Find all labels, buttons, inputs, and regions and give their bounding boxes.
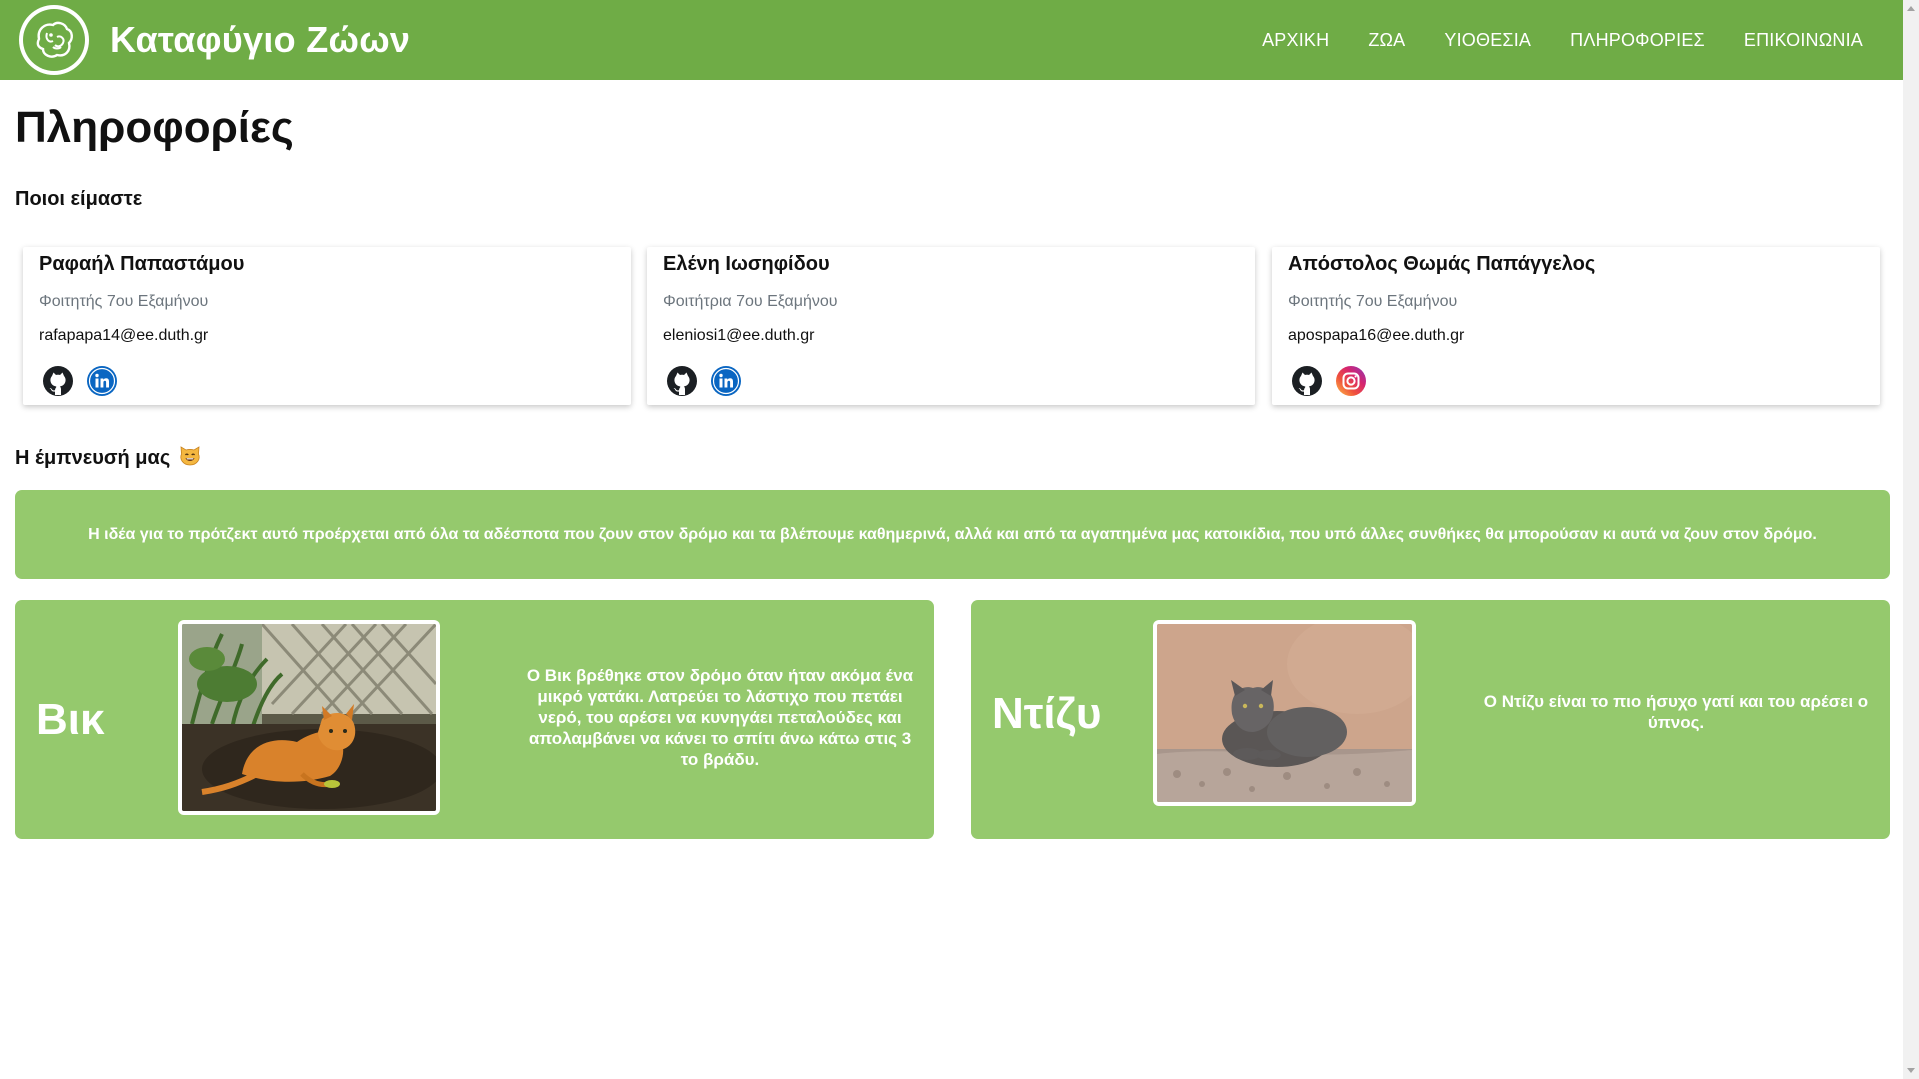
inspiration-banner: Η ιδέα για το πρότζεκτ αυτό προέρχεται α…	[15, 490, 1890, 579]
dog-logo-icon	[19, 5, 89, 75]
member-role: Φοιτητής 7ου Εξαμήνου	[1288, 293, 1458, 310]
nav-item-adoption[interactable]: ΥΙΟΘΕΣΙΑ	[1444, 30, 1531, 51]
pet-card-ntizy: Ντίζυ Ο Ντίζυ είναι το πιο ήσυχο γατί κα…	[971, 600, 1890, 839]
pet-photo-vik	[178, 620, 440, 815]
inspiration-heading-text: Η έμπνευσή μας	[15, 446, 171, 469]
pet-card-vik: Βικ Ο Βικ βρέθηκε στον δρόμο όταν ήταν α…	[15, 600, 934, 839]
pet-description: Ο Ντίζυ είναι το πιο ήσυχο γατί και του …	[1483, 692, 1869, 732]
member-name: Απόστολος Θωμάς Παπάγγελος	[1288, 253, 1596, 275]
brand-link[interactable]: Καταφύγιο Ζώων	[19, 5, 410, 75]
vertical-scrollbar[interactable]	[1903, 0, 1919, 1079]
nav-item-contact[interactable]: ΕΠΙΚΟΙΝΩΝΙΑ	[1744, 30, 1863, 51]
brand-title: Καταφύγιο Ζώων	[110, 19, 411, 60]
nav-item-info[interactable]: ΠΛΗΡΟΦΟΡΙΕΣ	[1570, 30, 1705, 51]
instagram-icon[interactable]	[1335, 365, 1379, 397]
team-card: Ραφαήλ Παπαστάμου Φοιτητής 7ου Εξαμήνου …	[23, 247, 631, 405]
pet-description: Ο Βικ βρέθηκε στον δρόμο όταν ήταν ακόμα…	[526, 666, 914, 769]
linkedin-icon[interactable]	[86, 365, 130, 397]
member-name: Ελένη Ιωσηφίδου	[663, 253, 830, 275]
member-role: Φοιτήτρια 7ου Εξαμήνου	[663, 293, 838, 310]
linkedin-icon[interactable]	[710, 365, 754, 397]
inspiration-text: Η ιδέα για το πρότζεκτ αυτό προέρχεται α…	[88, 525, 1817, 543]
team-card: Ελένη Ιωσηφίδου Φοιτήτρια 7ου Εξαμήνου e…	[647, 247, 1255, 405]
github-icon[interactable]	[42, 365, 86, 397]
cat-emoji-icon	[178, 443, 202, 473]
social-links	[42, 365, 130, 397]
scroll-up-icon[interactable]	[1907, 6, 1915, 11]
github-icon[interactable]	[666, 365, 710, 397]
who-we-are-heading: Ποιοι είμαστε	[15, 188, 143, 210]
github-icon[interactable]	[1291, 365, 1335, 397]
page: Καταφύγιο Ζώων ΑΡΧΙΚΗ ΖΩΑ ΥΙΟΘΕΣΙΑ ΠΛΗΡΟ…	[0, 0, 1919, 1079]
member-name: Ραφαήλ Παπαστάμου	[39, 253, 245, 275]
pet-name: Ντίζυ	[992, 689, 1102, 738]
nav-item-home[interactable]: ΑΡΧΙΚΗ	[1262, 30, 1329, 51]
member-email: eleniosi1@ee.duth.gr	[663, 327, 815, 344]
social-links	[1291, 365, 1379, 397]
team-card: Απόστολος Θωμάς Παπάγγελος Φοιτητής 7ου …	[1272, 247, 1880, 405]
nav-menu: ΑΡΧΙΚΗ ΖΩΑ ΥΙΟΘΕΣΙΑ ΠΛΗΡΟΦΟΡΙΕΣ ΕΠΙΚΟΙΝΩ…	[1223, 0, 1863, 80]
nav-item-animals[interactable]: ΖΩΑ	[1368, 30, 1405, 51]
page-title: Πληροφορίες	[15, 103, 294, 152]
pet-photo-ntizy	[1153, 620, 1416, 806]
pet-name: Βικ	[36, 695, 105, 744]
member-role: Φοιτητής 7ου Εξαμήνου	[39, 293, 209, 310]
scroll-down-icon[interactable]	[1907, 1068, 1915, 1073]
inspiration-heading: Η έμπνευσή μας	[15, 443, 202, 473]
member-email: rafapapa14@ee.duth.gr	[39, 327, 209, 344]
social-links	[666, 365, 754, 397]
member-email: apospapa16@ee.duth.gr	[1288, 327, 1465, 344]
navbar: Καταφύγιο Ζώων ΑΡΧΙΚΗ ΖΩΑ ΥΙΟΘΕΣΙΑ ΠΛΗΡΟ…	[0, 0, 1903, 80]
